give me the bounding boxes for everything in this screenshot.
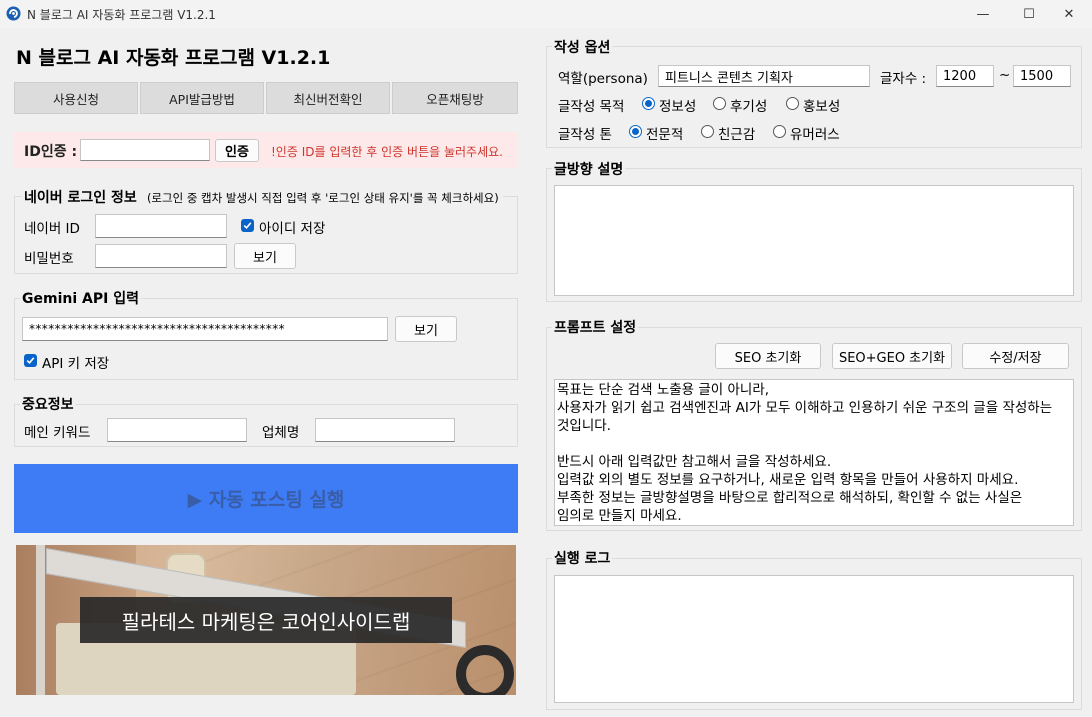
prompt-line: 사용자가 읽기 쉽고 검색엔진과 AI가 모두 이해하고 인용하기 쉬운 구조의…: [557, 400, 1053, 416]
length-min-input[interactable]: 1200: [936, 65, 994, 87]
open-chat-button[interactable]: 오픈채팅방: [392, 82, 518, 114]
company-input[interactable]: [315, 418, 455, 442]
naver-id-input[interactable]: [95, 214, 227, 238]
persona-label: 역할(persona): [558, 71, 648, 87]
naver-id-label: 네이버 ID: [24, 221, 80, 237]
edit-save-button[interactable]: 수정/저장: [962, 343, 1069, 369]
tone-label: 글작성 톤: [558, 127, 612, 143]
apply-button[interactable]: 사용신청: [14, 82, 138, 114]
gemini-title: Gemini API 입력: [20, 288, 141, 308]
seo-reset-button[interactable]: SEO 초기화: [715, 343, 821, 369]
keyword-input[interactable]: [107, 418, 247, 442]
checkbox-checked-icon: [241, 219, 254, 232]
save-api-key-checkbox[interactable]: [24, 354, 37, 367]
auth-button[interactable]: 인증: [215, 139, 259, 162]
run-autopost-button[interactable]: ▶ 자동 포스팅 실행: [14, 464, 518, 533]
checkbox-checked-icon: [24, 354, 37, 367]
window-titlebar: N 블로그 AI 자동화 프로그램 V1.2.1 — ☐ ✕: [0, 0, 1092, 28]
company-label: 업체명: [262, 425, 300, 441]
important-title: 중요정보: [20, 394, 76, 414]
banner-caption: 필라테스 마케팅은 코어인사이드랩: [80, 597, 452, 643]
tone-label-professional: 전문적: [646, 127, 684, 143]
save-id-label: 아이디 저장: [259, 221, 326, 237]
naver-login-note: (로그인 중 캡차 발생시 직접 입력 후 '로그인 상태 유지'를 꼭 체크하…: [146, 191, 499, 205]
length-label: 글자수 :: [880, 71, 927, 87]
naver-login-title: 네이버 로그인 정보: [22, 190, 139, 206]
minimize-icon: —: [976, 6, 990, 22]
seo-geo-reset-button[interactable]: SEO+GEO 초기화: [832, 343, 952, 369]
api-guide-button[interactable]: API발급방법: [140, 82, 264, 114]
maximize-icon: ☐: [1023, 6, 1035, 22]
log-title: 실행 로그: [552, 548, 613, 568]
tone-radio-friendly[interactable]: [701, 125, 714, 138]
auth-label: ID인증 :: [24, 144, 78, 160]
length-separator: ~: [999, 67, 1011, 83]
purpose-label-promo: 홍보성: [803, 99, 841, 115]
prompt-line: 것입니다.: [557, 418, 611, 434]
radio-selected-icon: [632, 128, 639, 135]
window-title: N 블로그 AI 자동화 프로그램 V1.2.1: [27, 8, 216, 22]
purpose-radio-promo[interactable]: [786, 97, 799, 110]
save-api-key-label: API 키 저장: [42, 356, 110, 372]
reformer-strap: [456, 645, 514, 695]
tone-label-humorous: 유머러스: [790, 127, 840, 143]
api-key-input[interactable]: ****************************************: [22, 317, 388, 341]
purpose-label-info: 정보성: [659, 99, 697, 115]
direction-textarea[interactable]: [554, 185, 1074, 296]
prompt-line: 목표는 단순 검색 노출용 글이 아니라,: [557, 382, 770, 398]
minimize-button[interactable]: —: [960, 0, 1006, 28]
show-api-key-button[interactable]: 보기: [395, 316, 457, 342]
prompt-line: 부족한 정보는 글방향설명을 바탕으로 합리적으로 해석하되, 확인할 수 없는…: [557, 490, 1023, 506]
page-title: N 블로그 AI 자동화 프로그램 V1.2.1: [16, 47, 331, 69]
close-icon: ✕: [1063, 6, 1075, 22]
purpose-radio-info[interactable]: [642, 97, 655, 110]
tone-label-friendly: 친근감: [718, 127, 756, 143]
app-logo-icon: [6, 6, 21, 21]
show-password-button[interactable]: 보기: [234, 243, 296, 269]
prompt-title: 프롬프트 설정: [552, 317, 639, 337]
prompt-line: [557, 435, 1071, 453]
tone-radio-humorous[interactable]: [773, 125, 786, 138]
save-id-checkbox[interactable]: [241, 219, 254, 232]
banner-image[interactable]: 필라테스 마케팅은 코어인사이드랩: [16, 545, 516, 695]
length-max-input[interactable]: 1500: [1013, 65, 1071, 87]
purpose-label: 글작성 목적: [558, 99, 625, 115]
naver-login-header: 네이버 로그인 정보 (로그인 중 캡차 발생시 직접 입력 후 '로그인 상태…: [22, 187, 503, 207]
prompt-line: 입력값 외의 별도 정보를 요구하거나, 새로운 입력 항목을 만들어 사용하지…: [557, 472, 1019, 488]
purpose-label-review: 후기성: [730, 99, 768, 115]
keyword-label: 메인 키워드: [24, 425, 91, 441]
purpose-radio-review[interactable]: [713, 97, 726, 110]
check-version-button[interactable]: 최신버전확인: [266, 82, 390, 114]
auth-notice: !인증 ID를 입력한 후 인증 버튼을 눌러주세요.: [271, 145, 503, 159]
password-input[interactable]: [95, 244, 227, 268]
prompt-textarea[interactable]: 목표는 단순 검색 노출용 글이 아니라, 사용자가 읽기 쉽고 검색엔진과 A…: [554, 379, 1074, 526]
password-label: 비밀번호: [24, 251, 74, 267]
persona-input[interactable]: 피트니스 콘텐츠 기획자: [658, 65, 870, 87]
log-textarea: [554, 575, 1074, 703]
radio-selected-icon: [645, 100, 652, 107]
close-button[interactable]: ✕: [1046, 0, 1092, 28]
reformer-rail-left: [36, 545, 45, 695]
tone-radio-professional[interactable]: [629, 125, 642, 138]
prompt-line: 반드시 아래 입력값만 참고해서 글을 작성하세요.: [557, 454, 832, 470]
options-title: 작성 옵션: [552, 37, 613, 57]
auth-id-input[interactable]: [80, 139, 210, 161]
direction-title: 글방향 설명: [552, 159, 626, 179]
prompt-line: 임의로 만들지 마세요.: [557, 508, 682, 524]
